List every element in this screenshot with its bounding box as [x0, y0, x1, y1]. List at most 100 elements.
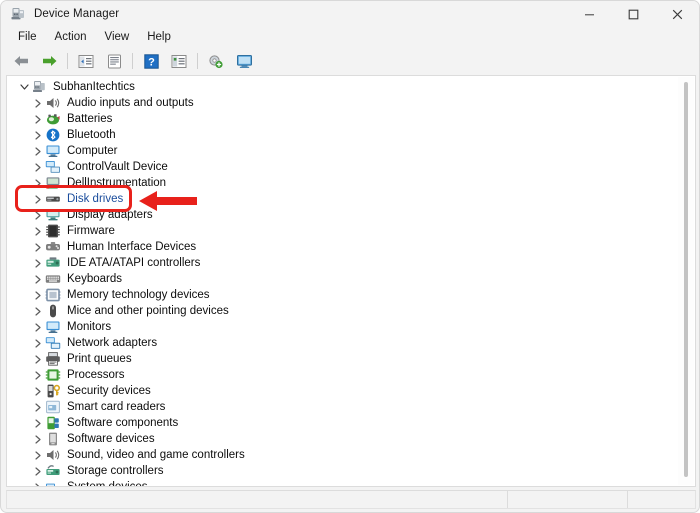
chevron-right-icon[interactable]	[31, 146, 45, 156]
chevron-right-icon[interactable]	[31, 258, 45, 268]
chevron-right-icon[interactable]	[31, 466, 45, 476]
tree-item-computer[interactable]: Computer	[7, 143, 679, 159]
chevron-right-icon[interactable]	[31, 226, 45, 236]
tree-item-security-devices[interactable]: Security devices	[7, 383, 679, 399]
tree-item-batteries[interactable]: Batteries	[7, 111, 679, 127]
toolbar-separator	[132, 53, 133, 69]
tree-item-label: Print queues	[67, 353, 132, 365]
menu-view[interactable]: View	[96, 29, 139, 47]
chevron-right-icon[interactable]	[31, 370, 45, 380]
close-button[interactable]	[655, 1, 699, 27]
minimize-button[interactable]	[567, 1, 611, 27]
tree-item-label: Human Interface Devices	[67, 241, 197, 253]
tree-root-node[interactable]: SubhanItechtics	[7, 79, 679, 95]
keyboard-icon	[45, 271, 61, 287]
chevron-right-icon[interactable]	[31, 338, 45, 348]
menu-file[interactable]: File	[9, 29, 46, 47]
network-adapter-icon	[45, 335, 61, 351]
device-tree[interactable]: SubhanItechtics Audio inputs and outputs B…	[7, 79, 679, 487]
chevron-right-icon[interactable]	[31, 114, 45, 124]
vertical-scrollbar[interactable]	[678, 77, 694, 485]
chevron-right-icon[interactable]	[31, 354, 45, 364]
tree-item-system-devices[interactable]: System devices	[7, 479, 679, 487]
tree-item-bluetooth[interactable]: Bluetooth	[7, 127, 679, 143]
status-bar	[6, 490, 696, 509]
chevron-right-icon[interactable]	[31, 210, 45, 220]
back-arrow-icon[interactable]	[9, 50, 33, 72]
chevron-right-icon[interactable]	[31, 450, 45, 460]
forward-arrow-icon[interactable]	[37, 50, 61, 72]
tree-item-storage-controllers[interactable]: Storage controllers	[7, 463, 679, 479]
tree-item-monitors[interactable]: Monitors	[7, 319, 679, 335]
scrollbar-thumb[interactable]	[684, 82, 688, 477]
system-device-icon	[45, 479, 61, 486]
chevron-right-icon[interactable]	[31, 418, 45, 428]
tree-item-label: Bluetooth	[67, 129, 116, 141]
chevron-right-icon[interactable]	[31, 274, 45, 284]
status-segment-1	[7, 491, 507, 508]
chevron-right-icon[interactable]	[31, 242, 45, 252]
chevron-right-icon[interactable]	[31, 98, 45, 108]
tree-item-label: Processors	[67, 369, 125, 381]
chevron-right-icon[interactable]	[31, 322, 45, 332]
hid-icon	[45, 239, 61, 255]
window-controls	[567, 1, 699, 27]
security-key-icon	[45, 383, 61, 399]
tree-item-label: System devices	[67, 481, 148, 487]
mouse-icon	[45, 303, 61, 319]
tree-item-print-queues[interactable]: Print queues	[7, 351, 679, 367]
tree-item-ide-ata-atapi-controllers[interactable]: IDE ATA/ATAPI controllers	[7, 255, 679, 271]
chevron-right-icon[interactable]	[31, 402, 45, 412]
menu-action[interactable]: Action	[46, 29, 96, 47]
tree-item-smart-card-readers[interactable]: Smart card readers	[7, 399, 679, 415]
chevron-right-icon[interactable]	[31, 194, 45, 204]
tree-item-network-adapters[interactable]: Network adapters	[7, 335, 679, 351]
tree-item-disk-drives[interactable]: Disk drives	[7, 191, 679, 207]
device-manager-window: Device Manager File Action View Help ? S…	[0, 0, 700, 513]
tree-item-label: Monitors	[67, 321, 112, 333]
tree-item-keyboards[interactable]: Keyboards	[7, 271, 679, 287]
menu-help[interactable]: Help	[138, 29, 180, 47]
chevron-right-icon[interactable]	[31, 482, 45, 486]
tree-item-human-interface-devices[interactable]: Human Interface Devices	[7, 239, 679, 255]
tree-item-label: Mice and other pointing devices	[67, 305, 229, 317]
chevron-right-icon[interactable]	[31, 290, 45, 300]
tree-item-firmware[interactable]: Firmware	[7, 223, 679, 239]
processor-icon	[45, 367, 61, 383]
chevron-down-icon[interactable]	[17, 83, 31, 91]
monitor-icon	[45, 319, 61, 335]
tree-item-label: Sound, video and game controllers	[67, 449, 245, 461]
chevron-right-icon[interactable]	[31, 130, 45, 140]
chevron-right-icon[interactable]	[31, 306, 45, 316]
scan-for-hardware-changes-icon[interactable]	[204, 50, 228, 72]
tree-item-memory-technology-devices[interactable]: Memory technology devices	[7, 287, 679, 303]
chevron-right-icon[interactable]	[31, 178, 45, 188]
chevron-right-icon[interactable]	[31, 434, 45, 444]
tree-item-display-adapters[interactable]: Display adapters	[7, 207, 679, 223]
chevron-right-icon[interactable]	[31, 162, 45, 172]
sound-controller-icon	[45, 447, 61, 463]
title-bar: Device Manager	[1, 1, 699, 27]
toolbar-separator	[67, 53, 68, 69]
tree-item-audio-inputs-and-outputs[interactable]: Audio inputs and outputs	[7, 95, 679, 111]
maximize-button[interactable]	[611, 1, 655, 27]
help-icon[interactable]: ?	[139, 50, 163, 72]
properties-icon[interactable]	[102, 50, 126, 72]
show-hide-console-tree-icon[interactable]	[74, 50, 98, 72]
tree-item-controlvault-device[interactable]: ControlVault Device	[7, 159, 679, 175]
tree-item-dellinstrumentation[interactable]: DellInstrumentation	[7, 175, 679, 191]
svg-text:?: ?	[148, 56, 155, 68]
tree-item-software-devices[interactable]: Software devices	[7, 431, 679, 447]
tree-item-mice-and-other-pointing-devices[interactable]: Mice and other pointing devices	[7, 303, 679, 319]
update-driver-icon[interactable]	[167, 50, 191, 72]
tree-item-label: Smart card readers	[67, 401, 166, 413]
tree-item-sound-video-and-game-controllers[interactable]: Sound, video and game controllers	[7, 447, 679, 463]
tree-item-label: DellInstrumentation	[67, 177, 167, 189]
chevron-right-icon[interactable]	[31, 386, 45, 396]
display-device-icon[interactable]	[232, 50, 256, 72]
tree-item-label: Storage controllers	[67, 465, 164, 477]
tree-item-processors[interactable]: Processors	[7, 367, 679, 383]
storage-controller-icon	[45, 463, 61, 479]
tree-item-software-components[interactable]: Software components	[7, 415, 679, 431]
tree-item-label: Software components	[67, 417, 179, 429]
